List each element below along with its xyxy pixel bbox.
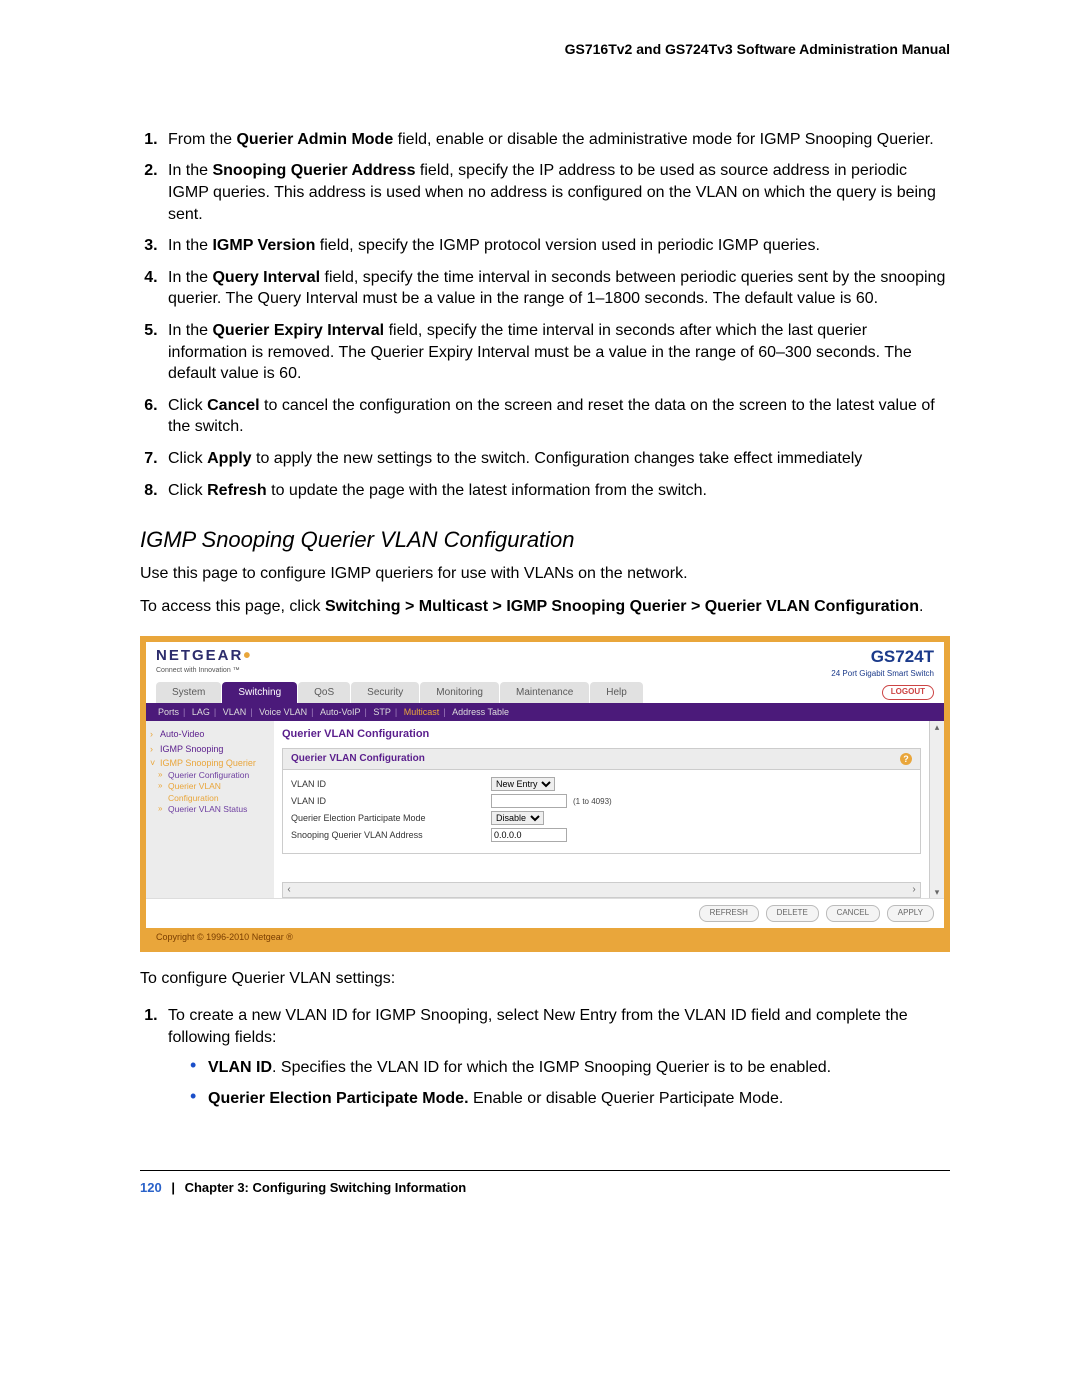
bullet-vlan-id: VLAN ID. Specifies the VLAN ID for which…	[190, 1057, 950, 1079]
chapter-label: Chapter 3: Configuring Switching Informa…	[185, 1180, 467, 1195]
brand-block: NETGEAR• Connect with Innovation ™	[156, 646, 252, 676]
logout-button[interactable]: LOGOUT	[882, 685, 934, 700]
sidebar-item-igmp-snooping[interactable]: IGMP Snooping	[150, 742, 270, 756]
page-footer: 120 | Chapter 3: Configuring Switching I…	[140, 1179, 950, 1197]
label-querier-election: Querier Election Participate Mode	[291, 812, 491, 824]
label-vlan-id-text: VLAN ID	[291, 795, 491, 807]
step-4: In the Query Interval field, specify the…	[162, 267, 950, 310]
brand-tagline: Connect with Innovation ™	[156, 666, 252, 675]
bottom-ordered-list: To create a new VLAN ID for IGMP Snoopin…	[140, 1005, 950, 1109]
cancel-button[interactable]: CANCEL	[826, 905, 880, 922]
model-block: GS724T 24 Port Gigabit Smart Switch	[831, 646, 934, 680]
action-button-row: REFRESH DELETE CANCEL APPLY	[146, 898, 944, 928]
step-3: In the IGMP Version field, specify the I…	[162, 235, 950, 257]
snooping-address-input[interactable]	[491, 828, 567, 842]
sidebar: Auto-Video IGMP Snooping IGMP Snooping Q…	[146, 721, 274, 897]
querier-election-select[interactable]: Disable	[491, 811, 544, 825]
horizontal-scrollbar[interactable]: ‹›	[282, 882, 921, 898]
tab-system[interactable]: System	[156, 682, 221, 704]
step-6: Click Cancel to cancel the configuration…	[162, 395, 950, 438]
copyright-text: Copyright © 1996-2010 Netgear ®	[146, 928, 944, 946]
footer-rule	[140, 1170, 950, 1171]
section-heading: IGMP Snooping Querier VLAN Configuration	[140, 525, 950, 555]
config-box-body: VLAN ID New Entry VLAN ID (1 to 4093) Qu…	[282, 770, 921, 854]
page-header: GS716Tv2 and GS724Tv3 Software Administr…	[140, 40, 950, 59]
step-7: Click Apply to apply the new settings to…	[162, 448, 950, 470]
sidebar-sub-querier-vlan-config[interactable]: Querier VLAN Configuration	[150, 781, 270, 804]
refresh-button[interactable]: REFRESH	[699, 905, 759, 922]
label-vlan-id-select: VLAN ID	[291, 778, 491, 790]
step-2: In the Snooping Querier Address field, s…	[162, 160, 950, 225]
step-8: Click Refresh to update the page with th…	[162, 480, 950, 502]
bullet-list: VLAN ID. Specifies the VLAN ID for which…	[168, 1057, 950, 1110]
access-path-line: To access this page, click Switching > M…	[140, 596, 950, 618]
subtab-address-table[interactable]: Address Table	[452, 707, 509, 717]
tab-maintenance[interactable]: Maintenance	[500, 682, 589, 704]
subtab-voice-vlan[interactable]: Voice VLAN	[259, 707, 307, 717]
bullet-querier-election: Querier Election Participate Mode. Enabl…	[190, 1088, 950, 1110]
step-1: From the Querier Admin Mode field, enabl…	[162, 129, 950, 151]
sidebar-item-igmp-snooping-querier[interactable]: IGMP Snooping Querier	[150, 756, 270, 770]
apply-button[interactable]: APPLY	[887, 905, 934, 922]
top-ordered-list: From the Querier Admin Mode field, enabl…	[140, 129, 950, 501]
label-snooping-address: Snooping Querier VLAN Address	[291, 829, 491, 841]
subtab-lag[interactable]: LAG	[192, 707, 210, 717]
vlan-id-input[interactable]	[491, 794, 567, 808]
sidebar-item-auto-video[interactable]: Auto-Video	[150, 727, 270, 741]
main-panel: Querier VLAN Configuration Querier VLAN …	[274, 721, 929, 897]
tab-help[interactable]: Help	[590, 682, 643, 704]
subtab-multicast[interactable]: Multicast	[404, 707, 440, 717]
tab-monitoring[interactable]: Monitoring	[420, 682, 499, 704]
tab-qos[interactable]: QoS	[298, 682, 350, 704]
subtab-stp[interactable]: STP	[373, 707, 391, 717]
sidebar-sub-querier-vlan-status[interactable]: Querier VLAN Status	[150, 804, 270, 815]
subtab-auto-voip[interactable]: Auto-VoIP	[320, 707, 361, 717]
tab-security[interactable]: Security	[351, 682, 419, 704]
bottom-step-1: To create a new VLAN ID for IGMP Snoopin…	[162, 1005, 950, 1109]
configure-line: To configure Querier VLAN settings:	[140, 968, 950, 990]
step-5: In the Querier Expiry Interval field, sp…	[162, 320, 950, 385]
vlan-id-select[interactable]: New Entry	[491, 777, 555, 791]
sidebar-sub-querier-config[interactable]: Querier Configuration	[150, 770, 270, 781]
embedded-screenshot: NETGEAR• Connect with Innovation ™ GS724…	[140, 636, 950, 952]
main-tabs: System Switching QoS Security Monitoring…	[146, 682, 944, 704]
tab-switching[interactable]: Switching	[222, 682, 297, 704]
page-number: 120	[140, 1180, 162, 1195]
panel-title: Querier VLAN Configuration	[282, 727, 921, 742]
help-icon[interactable]: ?	[900, 753, 912, 765]
config-box-header: Querier VLAN Configuration ?	[282, 748, 921, 770]
delete-button[interactable]: DELETE	[766, 905, 819, 922]
subtab-ports[interactable]: Ports	[158, 707, 179, 717]
netgear-logo: NETGEAR•	[156, 646, 252, 666]
section-intro: Use this page to configure IGMP queriers…	[140, 563, 950, 585]
subtab-vlan[interactable]: VLAN	[223, 707, 247, 717]
vlan-id-hint: (1 to 4093)	[573, 797, 612, 806]
sub-tabs: Ports| LAG| VLAN| Voice VLAN| Auto-VoIP|…	[146, 703, 944, 721]
vertical-scrollbar[interactable]: ▴▾	[929, 721, 944, 897]
